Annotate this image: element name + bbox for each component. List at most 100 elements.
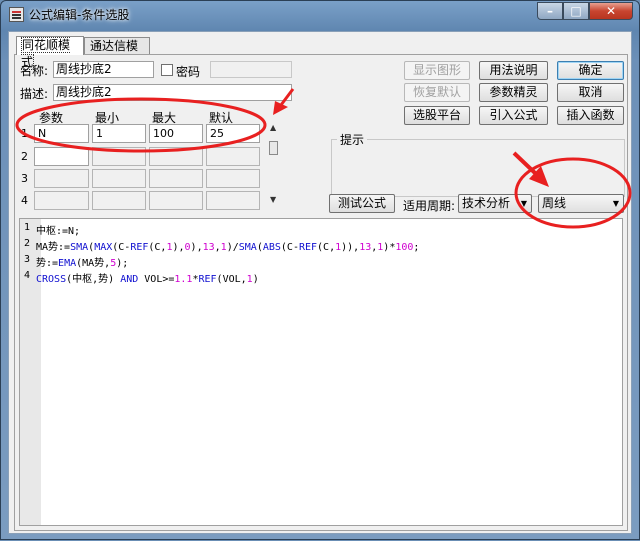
code-token: AND (120, 274, 139, 285)
code-token: (MA势, (76, 258, 111, 269)
code-token: (中枢,势) (66, 274, 121, 285)
code-token: SMA (238, 242, 257, 253)
param-min-cell[interactable] (92, 169, 146, 188)
period-label: 适用周期: (403, 199, 456, 213)
param-wizard-button[interactable]: 参数精灵 (479, 83, 548, 102)
test-formula-button[interactable]: 测试公式 (329, 194, 395, 213)
param-default-cell[interactable] (206, 191, 260, 210)
code-token: (C, (317, 242, 336, 253)
code-token: (VOL, (216, 274, 247, 285)
usage-button[interactable]: 用法说明 (479, 61, 548, 80)
cancel-button[interactable]: 取消 (557, 83, 624, 102)
code-text: MA势:=SMA(MAX(C-REF(C,1),0),13,1)/SMA(ABS… (36, 238, 419, 253)
scroll-down-icon[interactable]: ▼ (270, 195, 276, 204)
tab-panel: 名称: 周线抄底2 密码 描述: 周线抄底2 显示图形 恢复默认 选股平台 用法… (14, 54, 628, 531)
code-token: CROSS (36, 274, 67, 285)
code-token: SMA (70, 242, 89, 253)
code-token: VOL>= (138, 274, 175, 285)
code-token: REF (198, 274, 217, 285)
code-token: REF (130, 242, 149, 253)
param-default-cell[interactable] (206, 147, 260, 166)
code-token: 势:= (36, 258, 59, 269)
code-token: ), (172, 242, 185, 253)
param-min-cell[interactable] (92, 191, 146, 210)
insert-function-button[interactable]: 插入函数 (557, 106, 624, 125)
minimize-button[interactable]: – (537, 2, 563, 20)
code-token: ABS (262, 242, 281, 253)
code-token: EMA (58, 258, 77, 269)
maximize-icon: □ (570, 4, 582, 18)
formula-editor-window: 公式编辑-条件选股 – □ ✕ 同花顺模式 通达信模式 名称: 周线抄底2 密码… (0, 0, 640, 540)
tab-tongdaxin-mode[interactable]: 通达信模式 (84, 37, 150, 70)
param-min-cell[interactable] (92, 147, 146, 166)
analysis-type-value: 技术分析 (462, 196, 511, 210)
restore-default-button[interactable]: 恢复默认 (404, 83, 470, 102)
caption-buttons: – □ ✕ (537, 2, 633, 20)
param-max-cell[interactable] (149, 191, 203, 210)
param-row-number: 3 (21, 172, 28, 185)
param-row-number: 4 (21, 194, 28, 207)
param-name-cell[interactable] (34, 169, 89, 188)
line-number: 2 (24, 238, 31, 249)
param-min-cell[interactable]: 1 (92, 124, 146, 143)
line-number: 4 (24, 270, 31, 281)
tab-tonghuashun-mode[interactable]: 同花顺模式 (16, 36, 84, 70)
code-token: )* (383, 242, 396, 253)
hint-title: 提示 (337, 131, 368, 148)
param-name-cell[interactable] (34, 191, 89, 210)
code-token: 中枢:=N; (36, 226, 81, 237)
import-formula-button[interactable]: 引入公式 (479, 106, 548, 125)
password-checkbox[interactable] (161, 64, 173, 76)
code-token: ), (190, 242, 203, 253)
title-bar[interactable]: 公式编辑-条件选股 – □ ✕ (1, 1, 639, 27)
param-max-cell[interactable]: 100 (149, 124, 203, 143)
code-token: ; (413, 242, 420, 253)
param-default-cell[interactable]: 25 (206, 124, 260, 143)
code-token: MAX (94, 242, 113, 253)
analysis-type-select[interactable]: 技术分析 ▼ (458, 194, 532, 213)
password-label: 密码 (176, 65, 201, 79)
code-token: )/ (226, 242, 239, 253)
param-row-number: 2 (21, 150, 28, 163)
param-max-cell[interactable] (149, 147, 203, 166)
scroll-up-icon[interactable]: ▲ (270, 123, 276, 132)
dialog-client-area: 同花顺模式 通达信模式 名称: 周线抄底2 密码 描述: 周线抄底2 显示图形 … (8, 31, 632, 534)
param-default-cell[interactable] (206, 169, 260, 188)
password-field[interactable] (210, 61, 292, 78)
period-value: 周线 (542, 196, 567, 210)
period-select[interactable]: 周线 ▼ (538, 194, 624, 213)
code-token: 13 (202, 242, 215, 253)
chevron-down-icon: ▼ (520, 199, 527, 208)
formula-code-editor[interactable]: 1 中枢:=N; 2 MA势:=SMA(MAX(C-REF(C,1),0),13,1)… (19, 218, 623, 526)
window-title: 公式编辑-条件选股 (29, 8, 130, 22)
stock-selection-platform-button[interactable]: 选股平台 (404, 106, 470, 125)
code-text: 中枢:=N; (36, 222, 80, 237)
line-number: 1 (24, 222, 31, 233)
close-icon: ✕ (605, 4, 617, 18)
param-max-cell[interactable] (149, 169, 203, 188)
code-token: (C- (280, 242, 299, 253)
chevron-down-icon: ▼ (612, 199, 619, 208)
scroll-thumb[interactable] (269, 141, 278, 155)
code-token: 100 (395, 242, 414, 253)
description-label: 描述: (20, 87, 49, 101)
code-text: CROSS(中枢,势) AND VOL>=1.1*REF(VOL,1) (36, 270, 259, 285)
ok-button[interactable]: 确定 (557, 61, 624, 80)
param-grid-scrollbar[interactable]: ▲ ▼ (268, 123, 280, 211)
code-token: ); (116, 258, 129, 269)
line-number: 3 (24, 254, 31, 265)
hint-groupbox (331, 139, 625, 197)
show-graph-button[interactable]: 显示图形 (404, 61, 470, 80)
description-field[interactable]: 周线抄底2 (53, 84, 292, 101)
param-row-number: 1 (21, 127, 28, 140)
close-button[interactable]: ✕ (589, 2, 633, 20)
code-token: (C- (112, 242, 131, 253)
code-token: (C, (148, 242, 167, 253)
code-token: REF (298, 242, 318, 253)
param-name-cell[interactable]: N (34, 124, 89, 143)
code-text: 势:=EMA(MA势,5); (36, 254, 128, 269)
maximize-button[interactable]: □ (563, 2, 589, 20)
param-name-cell[interactable] (34, 147, 89, 166)
name-field[interactable]: 周线抄底2 (53, 61, 154, 78)
code-token: 13 (359, 242, 372, 253)
